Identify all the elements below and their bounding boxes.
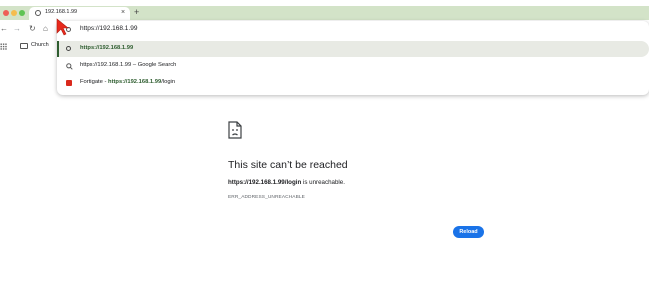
error-message: is unreachable. <box>301 179 345 186</box>
reload-button[interactable]: ↻ <box>29 24 36 34</box>
new-tab-button[interactable]: + <box>134 6 139 18</box>
close-window-button[interactable] <box>3 10 9 16</box>
home-button[interactable]: ⌂ <box>43 24 48 34</box>
minimize-window-button[interactable] <box>11 10 17 16</box>
mouse-cursor-icon <box>56 18 69 36</box>
error-code: ERR_ADDRESS_UNREACHABLE <box>228 195 305 200</box>
forward-button[interactable]: → <box>13 24 21 34</box>
tab-strip: 192.168.1.99 × + <box>0 6 649 20</box>
error-description: https://192.168.1.99/login is unreachabl… <box>228 179 345 186</box>
suggestion-item[interactable]: Fortigate - https://192.168.1.99/login <box>57 75 649 91</box>
tab-title: 192.168.1.99 <box>45 9 78 15</box>
close-tab-icon[interactable]: × <box>121 8 125 17</box>
tab-active[interactable]: 192.168.1.99 × <box>29 7 130 20</box>
omnibox-dropdown: https://192.168.1.99 https://192.168.1.9… <box>57 21 649 95</box>
suggestion-url: https://192.168.1.99 <box>80 45 134 51</box>
maximize-window-button[interactable] <box>19 10 25 16</box>
suggestion-text: https://192.168.1.99 – Google Search <box>80 62 176 68</box>
bookmark-church[interactable]: Church <box>31 42 49 48</box>
fortigate-icon <box>66 80 72 86</box>
search-icon <box>66 63 73 72</box>
suggestion-item[interactable]: https://192.168.1.99 <box>57 41 649 57</box>
sad-page-icon <box>228 121 242 139</box>
selection-indicator <box>57 41 59 57</box>
apps-grid-icon[interactable] <box>0 43 7 50</box>
suggestion-suffix: – Google Search <box>131 62 177 68</box>
globe-icon <box>66 46 71 51</box>
suggestion-url: https://192.168.1.99 <box>108 79 162 85</box>
globe-icon <box>35 10 41 16</box>
reload-page-button[interactable]: Reload <box>453 226 484 238</box>
suggestion-url: https://192.168.1.99 <box>80 62 132 68</box>
suggestion-prefix: Fortigate - <box>80 79 109 85</box>
folder-icon <box>20 43 28 49</box>
error-title: This site can’t be reached <box>228 159 348 171</box>
suggestion-path: /login <box>161 79 176 85</box>
suggestion-item[interactable]: https://192.168.1.99 – Google Search <box>57 58 649 74</box>
address-bar-input[interactable] <box>80 25 380 32</box>
error-url: https://192.168.1.99/login <box>228 179 302 186</box>
back-button[interactable]: ← <box>0 24 8 34</box>
suggestion-text: Fortigate - https://192.168.1.99/login <box>80 79 175 85</box>
